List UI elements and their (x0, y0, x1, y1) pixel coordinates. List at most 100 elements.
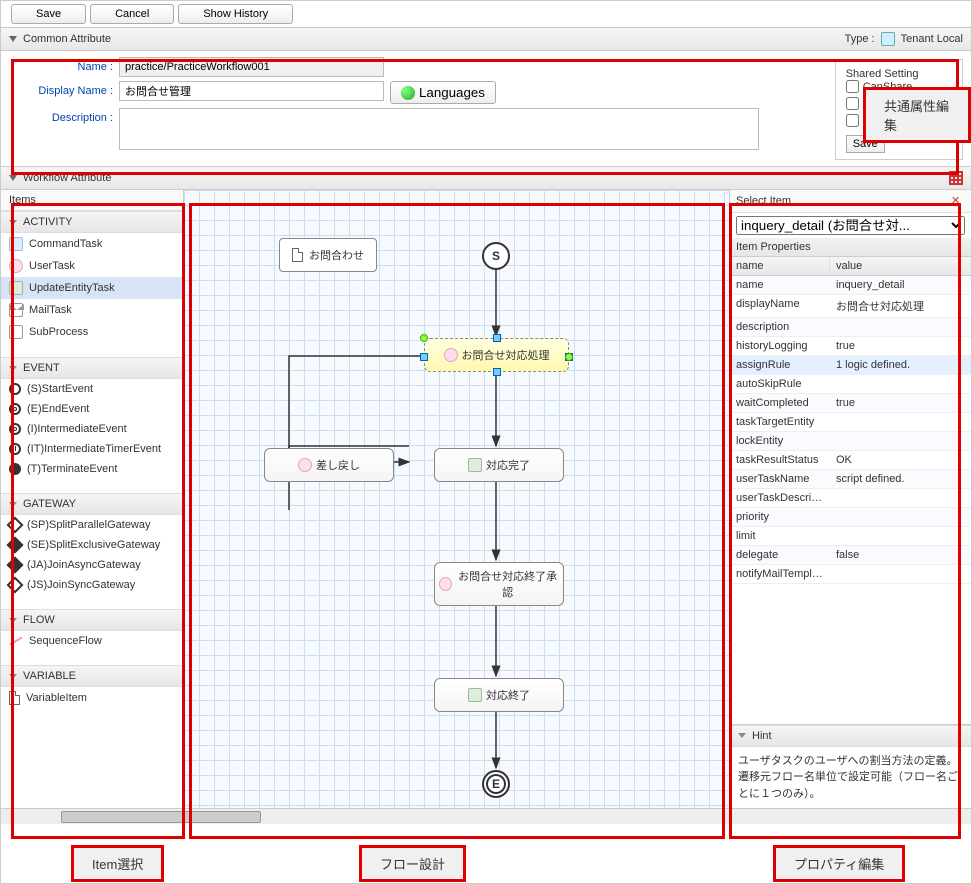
languages-button[interactable]: Languages (390, 81, 496, 104)
common-attribute-title: Common Attribute (23, 33, 111, 45)
prop-row-historyLogging[interactable]: historyLoggingtrue (730, 337, 971, 356)
item-mailtask[interactable]: MailTask (1, 299, 183, 321)
item-updateentitytask[interactable]: UpdateEntityTask (1, 277, 183, 299)
hint-text-2: 遷移元フロー名単位で設定可能（フロー名ごとに１つのみ）。 (738, 769, 963, 802)
name-input[interactable] (119, 57, 384, 77)
top-toolbar: Save Cancel Show History (1, 1, 971, 27)
horizontal-scrollbar[interactable] (1, 808, 971, 824)
save-button[interactable]: Save (11, 4, 86, 24)
item-icon (9, 463, 21, 475)
chevron-down-icon (9, 220, 17, 225)
item-jsjoinsyncgateway[interactable]: (JS)JoinSyncGateway (1, 575, 183, 595)
chevron-down-icon (9, 175, 17, 181)
display-name-input[interactable] (119, 81, 384, 101)
prop-row-userTaskDescript...[interactable]: userTaskDescript... (730, 489, 971, 508)
resize-handle[interactable] (493, 368, 501, 376)
anchor[interactable] (565, 353, 573, 361)
item-icon (9, 259, 23, 273)
can-overwrite-checkbox[interactable] (846, 97, 859, 110)
hint-text-1: ユーザタスクのユーザへの割当方法の定義。 (738, 753, 963, 770)
prop-row-notifyMailTemplate[interactable]: notifyMailTemplate (730, 565, 971, 584)
item-eendevent[interactable]: (E)EndEvent (1, 399, 183, 419)
resize-handle[interactable] (493, 334, 501, 342)
group-header-flow[interactable]: FLOW (1, 609, 183, 631)
can-share-checkbox[interactable] (846, 80, 859, 93)
item-itintermediatetimerevent[interactable]: (IT)IntermediateTimerEvent (1, 439, 183, 459)
workflow-attribute-header[interactable]: Workflow Attribute (1, 166, 971, 190)
item-iintermediateevent[interactable]: (I)IntermediateEvent (1, 419, 183, 439)
group-header-variable[interactable]: VARIABLE (1, 665, 183, 687)
prop-row-delegate[interactable]: delegatefalse (730, 546, 971, 565)
item-tterminateevent[interactable]: (T)TerminateEvent (1, 459, 183, 479)
item-icon (7, 517, 24, 534)
anchor[interactable] (420, 334, 428, 342)
description-label: Description : (9, 108, 119, 124)
prop-row-description[interactable]: description (730, 318, 971, 337)
col-value: value (830, 257, 868, 275)
end-event[interactable]: E (482, 770, 510, 798)
cancel-button[interactable]: Cancel (90, 4, 174, 24)
item-properties-header: Item Properties (730, 238, 971, 257)
annot-prop-edit: プロパティ編集 (773, 845, 905, 882)
item-sesplitexclusivegateway[interactable]: (SE)SplitExclusiveGateway (1, 535, 183, 555)
user-task-icon (444, 348, 458, 362)
item-usertask[interactable]: UserTask (1, 255, 183, 277)
item-commandtask[interactable]: CommandTask (1, 233, 183, 255)
group-header-event[interactable]: EVENT (1, 357, 183, 379)
description-textarea[interactable] (119, 108, 759, 150)
node-end-handle[interactable]: 対応終了 (434, 678, 564, 712)
document-icon (881, 32, 895, 46)
sticky-note[interactable]: お問合わせ (279, 238, 377, 272)
start-event[interactable]: S (482, 242, 510, 270)
item-variableitem[interactable]: VariableItem (1, 687, 183, 709)
name-label: Name : (9, 57, 119, 73)
prop-row-priority[interactable]: priority (730, 508, 971, 527)
group-header-gateway[interactable]: GATEWAY (1, 493, 183, 515)
chevron-down-icon (738, 733, 746, 738)
resize-handle[interactable] (420, 353, 428, 361)
node-complete[interactable]: 対応完了 (434, 448, 564, 482)
prop-row-taskResultStatus[interactable]: taskResultStatusOK (730, 451, 971, 470)
prop-row-limit[interactable]: limit (730, 527, 971, 546)
prop-row-autoSkipRule[interactable]: autoSkipRule (730, 375, 971, 394)
item-subprocess[interactable]: SubProcess (1, 321, 183, 343)
node-inquiry-detail[interactable]: お問合せ対応処理 (424, 338, 569, 372)
group-header-activity[interactable]: ACTIVITY (1, 211, 183, 233)
update-task-icon (468, 458, 482, 472)
hint-header[interactable]: Hint (730, 725, 971, 747)
type-value: Tenant Local (901, 33, 963, 45)
prop-row-waitCompleted[interactable]: waitCompletedtrue (730, 394, 971, 413)
item-sstartevent[interactable]: (S)StartEvent (1, 379, 183, 399)
node-approval[interactable]: お問合せ対応終了承認 (434, 562, 564, 606)
item-spsplitparallelgateway[interactable]: (SP)SplitParallelGateway (1, 515, 183, 535)
item-select[interactable]: inquery_detail (お問合せ対... (736, 216, 965, 235)
scroll-thumb[interactable] (61, 811, 261, 823)
delete-icon[interactable]: ✕ (951, 194, 965, 208)
shared-legend: Shared Setting (846, 68, 919, 80)
prop-row-userTaskName[interactable]: userTaskNamescript defined. (730, 470, 971, 489)
item-sequenceflow[interactable]: SequenceFlow (1, 631, 183, 651)
chevron-down-icon (9, 502, 17, 507)
user-task-icon (439, 577, 452, 591)
common-attribute-header[interactable]: Common Attribute Type : Tenant Local (1, 27, 971, 51)
node-return[interactable]: 差し戻し (264, 448, 394, 482)
prop-row-lockEntity[interactable]: lockEntity (730, 432, 971, 451)
workflow-attribute-title: Workflow Attribute (23, 172, 111, 184)
history-button[interactable]: Show History (178, 4, 293, 24)
item-icon (9, 423, 21, 435)
can-security-share-checkbox[interactable] (846, 114, 859, 127)
chevron-down-icon (9, 674, 17, 679)
shared-save-button[interactable]: Save (846, 135, 885, 153)
prop-row-assignRule[interactable]: assignRule1 logic defined. (730, 356, 971, 375)
grid-icon[interactable] (949, 171, 963, 185)
flow-canvas[interactable]: お問合わせ S お問合せ対応処理 差し戻し (184, 190, 729, 808)
select-item-label: Select Item (736, 195, 791, 207)
prop-row-name[interactable]: nameinquery_detail (730, 276, 971, 295)
items-panel: Items ACTIVITYCommandTaskUserTaskUpdateE… (1, 190, 184, 808)
item-jajoinasyncgateway[interactable]: (JA)JoinAsyncGateway (1, 555, 183, 575)
prop-row-taskTargetEntity[interactable]: taskTargetEntity (730, 413, 971, 432)
item-icon (9, 403, 21, 415)
item-icon (7, 537, 24, 554)
prop-row-displayName[interactable]: displayNameお問合せ対応処理 (730, 295, 971, 318)
item-icon (7, 557, 24, 574)
